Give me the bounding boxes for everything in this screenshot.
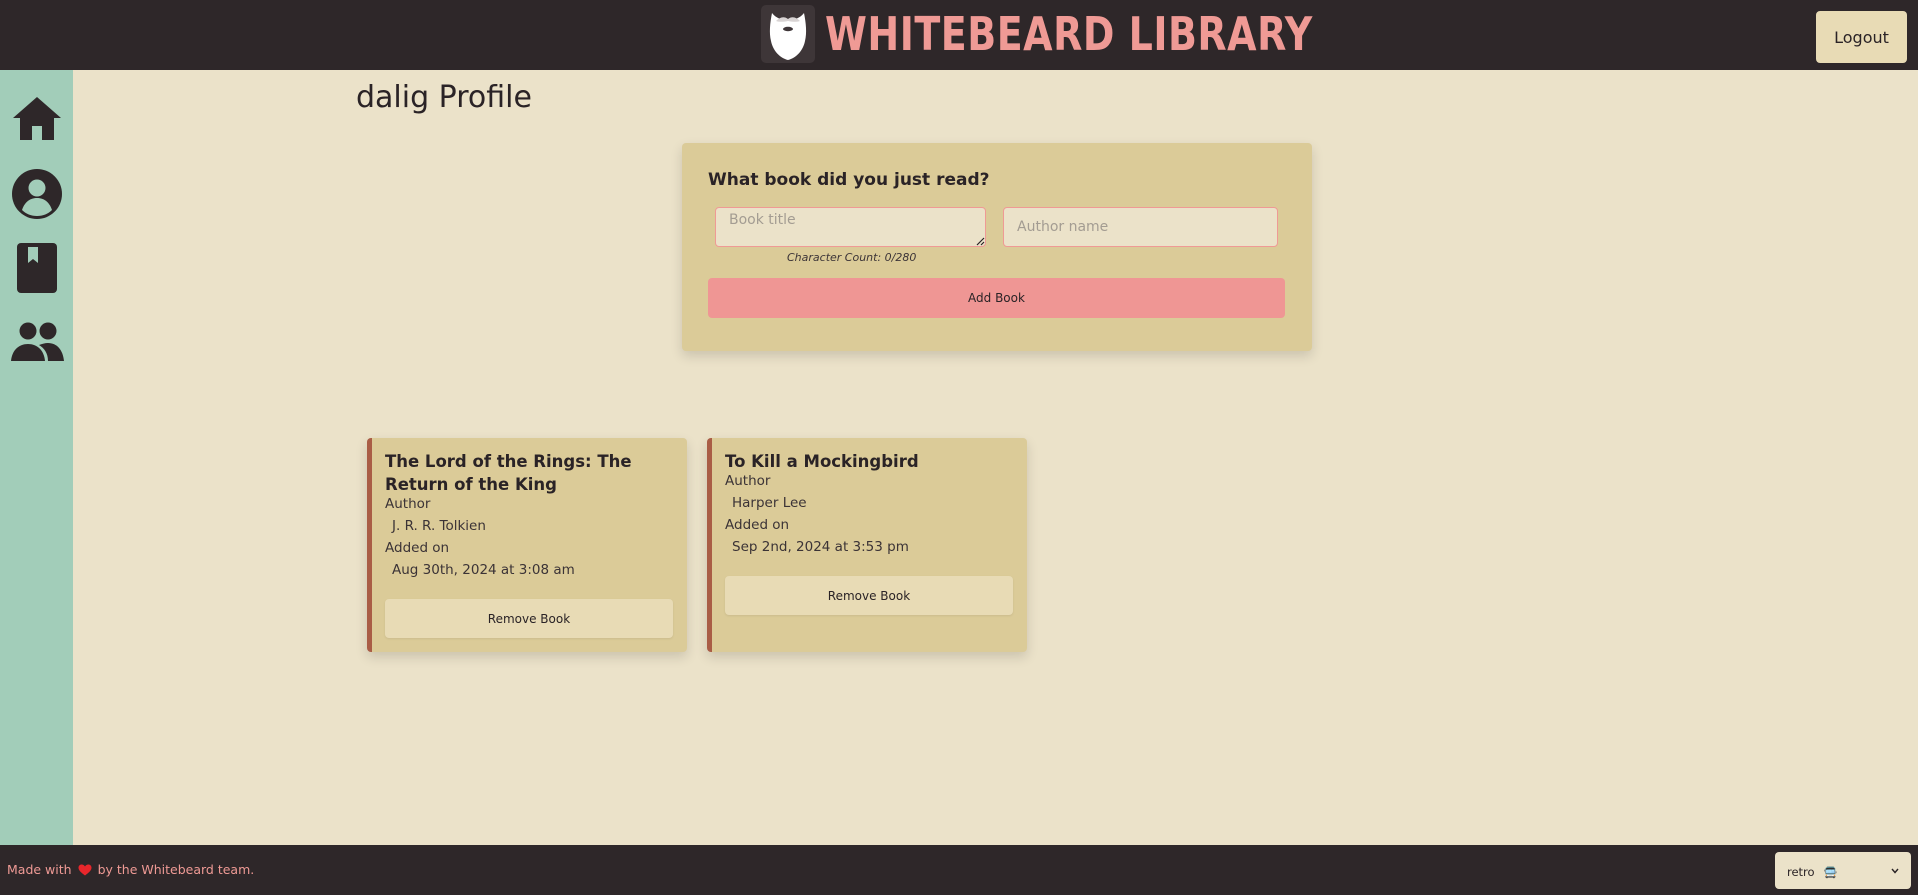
footer-text-before: Made with (7, 862, 72, 877)
author-value: Harper Lee (732, 495, 807, 511)
footer: Made with by the Whitebeard team. retro … (0, 845, 1918, 895)
book-icon (17, 243, 57, 293)
page-title: dalig Profile (356, 80, 532, 115)
added-value: Sep 2nd, 2024 at 3:53 pm (732, 539, 909, 555)
logout-button[interactable]: Logout (1816, 11, 1907, 63)
author-value: J. R. R. Tolkien (392, 518, 486, 534)
added-label: Added on (725, 517, 790, 533)
friends-icon (11, 322, 64, 361)
added-value: Aug 30th, 2024 at 3:08 am (392, 562, 575, 578)
sidebar-item-profile[interactable] (9, 166, 65, 222)
home-icon (13, 97, 61, 140)
beard-logo-icon (761, 5, 815, 63)
character-count: Character Count: 0/280 (787, 251, 917, 264)
bus-icon: 🚍 (1823, 866, 1838, 879)
author-label: Author (385, 496, 431, 512)
brand-title: WHITEBEARD LIBRARY (825, 7, 1313, 61)
book-card: To Kill a Mockingbird Author Harper Lee … (707, 438, 1027, 652)
added-label: Added on (385, 540, 450, 556)
sidebar (0, 70, 73, 845)
remove-book-button[interactable]: Remove Book (725, 576, 1013, 615)
add-book-button[interactable]: Add Book (708, 278, 1285, 318)
profile-icon (12, 169, 62, 219)
remove-book-button[interactable]: Remove Book (385, 599, 673, 638)
sidebar-item-books[interactable] (9, 240, 65, 296)
book-title: To Kill a Mockingbird (725, 452, 919, 471)
sidebar-item-home[interactable] (9, 90, 65, 146)
add-book-form: What book did you just read? Character C… (682, 143, 1312, 351)
chevron-down-icon (1891, 868, 1899, 874)
footer-text-after: by the Whitebeard team. (97, 862, 255, 877)
resize-handle-icon[interactable] (975, 236, 985, 246)
sidebar-item-friends[interactable] (9, 314, 65, 370)
book-title: The Lord of the Rings: The Return of the… (385, 452, 632, 494)
top-bar: WHITEBEARD LIBRARY Logout (0, 0, 1918, 70)
theme-name: retro (1787, 865, 1815, 879)
author-name-input[interactable] (1003, 207, 1278, 247)
theme-select-value: retro 🚍 (1787, 861, 1837, 880)
book-title-input[interactable] (715, 207, 986, 247)
heart-icon (78, 864, 92, 876)
brand[interactable]: WHITEBEARD LIBRARY (761, 4, 1313, 64)
theme-select[interactable]: retro 🚍 (1775, 852, 1911, 889)
footer-credit: Made with by the Whitebeard team. (7, 862, 254, 877)
book-card: The Lord of the Rings: The Return of the… (367, 438, 687, 652)
author-label: Author (725, 473, 771, 489)
form-heading: What book did you just read? (708, 170, 990, 190)
